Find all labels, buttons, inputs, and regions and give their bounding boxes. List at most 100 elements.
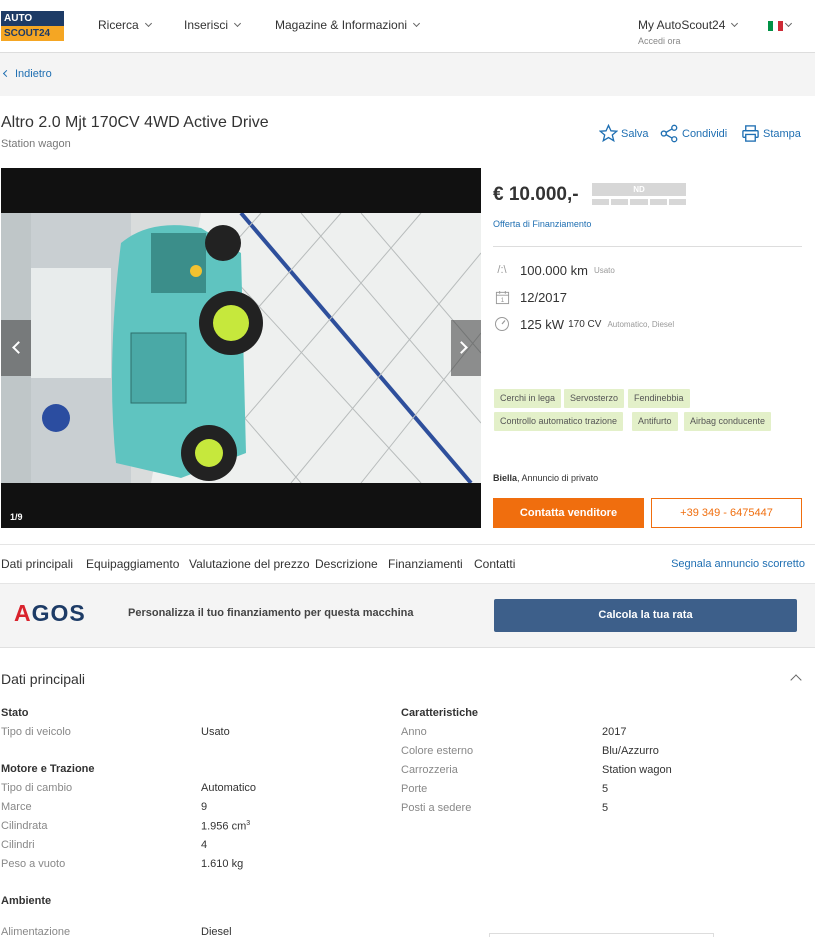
seller-type: , Annuncio di privato xyxy=(517,473,599,483)
chevron-down-icon[interactable] xyxy=(784,19,793,28)
group-heading-motore: Motore e Trazione xyxy=(1,763,95,775)
share-button[interactable]: Condividi xyxy=(660,124,727,143)
detail-value: Station wagon xyxy=(602,764,672,776)
nav-magazine-label: Magazine & Informazioni xyxy=(275,18,408,32)
back-bar: Indietro xyxy=(0,53,815,96)
calculate-rate-button[interactable]: Calcola la tua rata xyxy=(494,599,797,632)
power-cv: 170 CV xyxy=(568,318,602,330)
finance-offer-link[interactable]: Offerta di Finanziamento xyxy=(493,219,591,229)
mileage-value: 100.000 km xyxy=(520,262,588,278)
chevron-right-icon xyxy=(455,341,468,354)
save-label: Salva xyxy=(621,127,649,140)
feature-tag: Fendinebbia xyxy=(628,389,690,408)
tab-equipaggiamento[interactable]: Equipaggiamento xyxy=(86,557,179,571)
gallery-counter: 1/9 xyxy=(10,512,23,522)
detail-label: Marce xyxy=(1,801,32,813)
detail-label: Carrozzeria xyxy=(401,764,458,776)
power-row: 125 kW 170 CV Automatico, Diesel xyxy=(493,316,674,332)
chevron-down-icon xyxy=(233,19,242,28)
vehicle-photo xyxy=(1,213,481,483)
listing-subtitle: Station wagon xyxy=(1,138,71,150)
logo-top-text: AUTO xyxy=(1,11,64,26)
speedometer-icon xyxy=(493,316,511,332)
back-label: Indietro xyxy=(15,68,52,80)
registration-row: 1 12/2017 xyxy=(493,289,567,305)
detail-label: Posti a sedere xyxy=(401,802,472,814)
login-link[interactable]: Accedi ora xyxy=(638,36,737,46)
gallery-prev-button[interactable] xyxy=(1,320,31,376)
group-heading-caratteristiche: Caratteristiche xyxy=(401,707,479,719)
nav-inserisci[interactable]: Inserisci xyxy=(184,18,242,32)
price: € 10.000,- xyxy=(493,184,579,205)
detail-label: Tipo di veicolo xyxy=(1,726,71,738)
price-rating-label: ND xyxy=(592,183,686,196)
detail-value-cilindrata: 1.956 cm3 xyxy=(201,820,250,833)
sidebar-box-edge xyxy=(489,933,714,937)
feature-tag: Airbag conducente xyxy=(684,412,772,431)
share-label: Condividi xyxy=(682,127,728,140)
feature-tag: Controllo automatico trazione xyxy=(494,412,624,431)
print-label: Stampa xyxy=(763,127,801,140)
tab-dati-principali[interactable]: Dati principali xyxy=(1,557,73,571)
feature-tag: Cerchi in lega xyxy=(494,389,562,408)
report-listing-link[interactable]: Segnala annuncio scorretto xyxy=(671,558,805,570)
cubic-superscript: 3 xyxy=(246,820,251,827)
back-link[interactable]: Indietro xyxy=(2,68,52,80)
chevron-up-icon[interactable] xyxy=(790,674,802,686)
divider xyxy=(493,246,802,247)
road-icon: /:\ xyxy=(497,264,507,276)
print-button[interactable]: Stampa xyxy=(741,124,801,143)
detail-value: Automatico xyxy=(201,782,257,794)
agos-finance-banner: AGOS Personalizza il tuo finanziamento p… xyxy=(0,584,815,648)
detail-label: Colore esterno xyxy=(401,745,474,757)
price-rating-badge[interactable]: ND xyxy=(592,183,687,206)
feature-tag: Antifurto xyxy=(632,412,678,431)
svg-text:1: 1 xyxy=(500,297,504,304)
detail-value: Usato xyxy=(201,726,230,738)
detail-value: 2017 xyxy=(602,726,627,738)
nav-inserisci-label: Inserisci xyxy=(184,18,229,32)
tab-descrizione[interactable]: Descrizione xyxy=(315,557,378,571)
gallery-next-button[interactable] xyxy=(451,320,481,376)
detail-label: Tipo di cambio xyxy=(1,782,73,794)
seller-location: Biella, Annuncio di privato xyxy=(493,473,598,483)
top-header: AUTO SCOUT24 Ricerca Inserisci Magazine … xyxy=(0,0,815,53)
tab-finanziamenti[interactable]: Finanziamenti xyxy=(388,557,463,571)
detail-label: Cilindrata xyxy=(1,820,48,832)
power-kw: 125 kW xyxy=(520,316,565,332)
detail-label: Cilindri xyxy=(1,839,35,851)
detail-value: 4 xyxy=(201,839,208,851)
nav-ricerca[interactable]: Ricerca xyxy=(98,18,152,32)
section-title: Dati principali xyxy=(1,671,86,687)
registration-value: 12/2017 xyxy=(520,289,567,305)
tab-valutazione-prezzo[interactable]: Valutazione del prezzo xyxy=(189,557,310,571)
chevron-down-icon xyxy=(731,19,739,28)
mileage-row: /:\ 100.000 km Usato xyxy=(493,262,615,278)
price-rating-bars xyxy=(592,199,687,205)
autoscout24-logo[interactable]: AUTO SCOUT24 xyxy=(1,11,64,42)
nav-magazine[interactable]: Magazine & Informazioni xyxy=(275,18,421,32)
detail-value: 9 xyxy=(201,801,208,813)
chevron-left-icon xyxy=(12,341,25,354)
chevron-down-icon xyxy=(144,19,152,28)
chevron-down-icon xyxy=(413,19,421,28)
detail-label: Peso a vuoto xyxy=(1,858,66,870)
section-tabs: Dati principali Equipaggiamento Valutazi… xyxy=(0,544,815,584)
my-account-menu[interactable]: My AutoScout24 Accedi ora xyxy=(638,18,739,46)
detail-value: 5 xyxy=(602,802,609,814)
seller-city: Biella xyxy=(493,473,518,483)
detail-value: 5 xyxy=(602,783,609,795)
contact-seller-button[interactable]: Contatta venditore xyxy=(493,498,644,528)
chevron-left-icon xyxy=(2,69,11,78)
tab-contatti[interactable]: Contatti xyxy=(474,557,515,571)
calendar-icon: 1 xyxy=(493,289,511,305)
save-button[interactable]: Salva xyxy=(599,124,649,143)
detail-value: Blu/Azzurro xyxy=(602,745,659,757)
cilindrata-value: 1.956 cm xyxy=(201,820,247,833)
mileage-note: Usato xyxy=(593,265,615,275)
photo-gallery[interactable]: 1/9 xyxy=(1,168,481,528)
nav-ricerca-label: Ricerca xyxy=(98,18,139,32)
detail-label: Alimentazione xyxy=(1,926,71,938)
phone-button[interactable]: +39 349 - 6475447 xyxy=(651,498,802,528)
italy-flag-icon[interactable] xyxy=(768,21,783,31)
